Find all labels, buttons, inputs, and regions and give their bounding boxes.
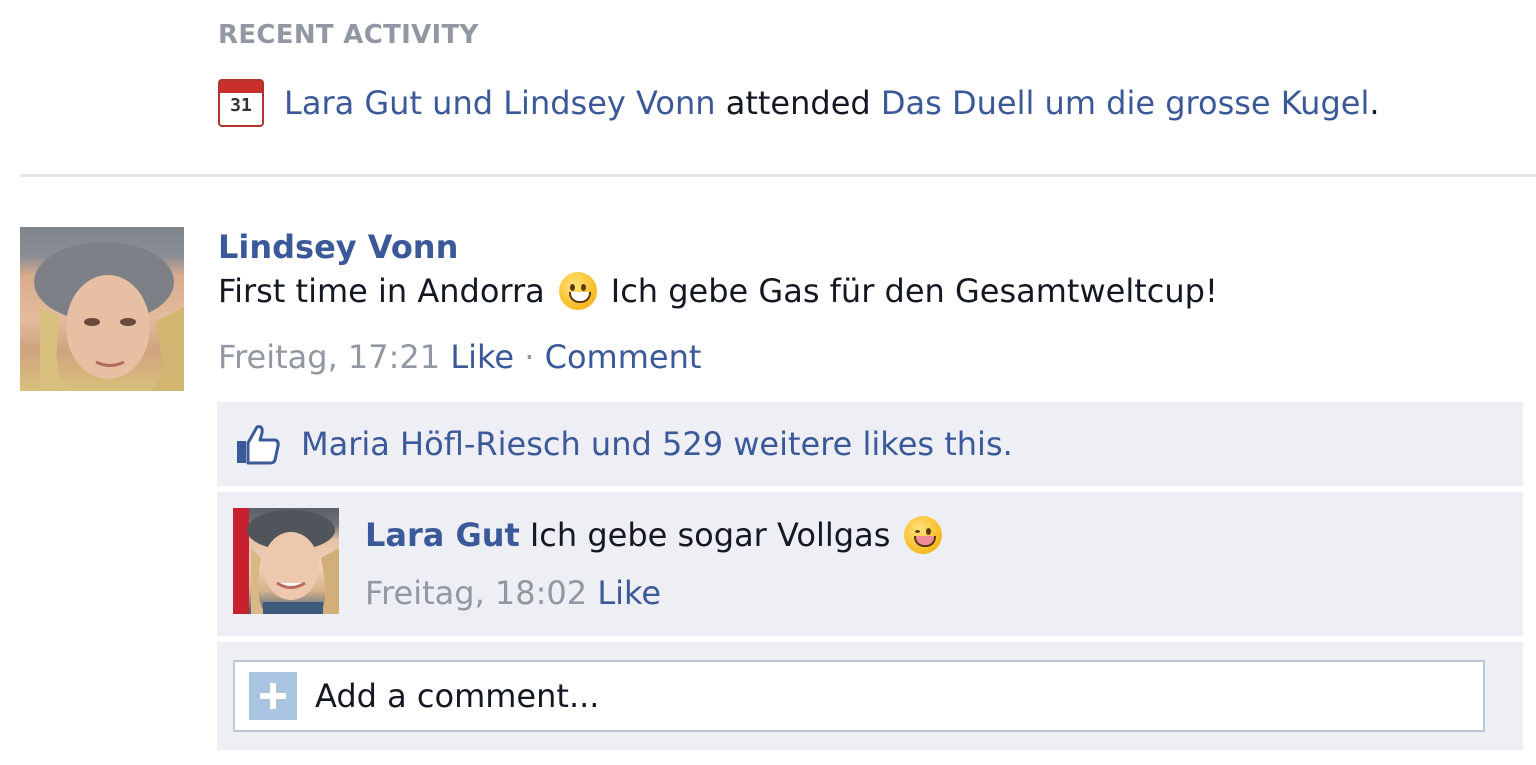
post-comment-link[interactable]: Comment [545, 338, 702, 376]
post-author-name[interactable]: Lindsey Vonn [218, 228, 458, 266]
likes-summary-link[interactable]: Maria Höfl-Riesch und 529 weitere likes … [301, 425, 1013, 463]
comment-timestamp[interactable]: Freitag, 18:02 [365, 574, 587, 612]
comment-author-name[interactable]: Lara Gut [365, 516, 520, 554]
activity-verb: attended [725, 84, 871, 122]
calendar-day: 31 [230, 95, 252, 116]
post-text: First time in Andorra Ich gebe Gas für d… [218, 272, 1218, 310]
likes-panel: Maria Höfl-Riesch und 529 weitere likes … [217, 402, 1523, 486]
smile-emoji-icon [558, 272, 597, 310]
activity-period: . [1369, 84, 1380, 122]
post-timestamp[interactable]: Freitag, 17:21 [218, 338, 440, 376]
comment-line: Lara Gut Ich gebe sogar Vollgas [365, 516, 943, 554]
post-text-part1: First time in Andorra [218, 272, 545, 310]
add-comment-placeholder: Add a comment... [315, 677, 600, 715]
post-text-part2: Ich gebe Gas für den Gesamtweltcup! [610, 272, 1218, 310]
recent-activity-header: RECENT ACTIVITY [218, 20, 479, 50]
comment-meta: Freitag, 18:02 Like [365, 574, 661, 612]
event-link[interactable]: Das Duell um die grosse Kugel [881, 84, 1369, 122]
wink-tongue-emoji-icon [904, 516, 943, 554]
post-meta: Freitag, 17:21 Like · Comment [218, 338, 701, 376]
add-comment-input[interactable]: Add a comment... [233, 660, 1485, 732]
calendar-icon: 31 [218, 79, 264, 127]
post-author-avatar[interactable] [20, 227, 184, 391]
add-comment-plus-icon [249, 672, 297, 720]
thumbs-up-icon [237, 425, 280, 465]
add-comment-panel: Add a comment... [217, 642, 1523, 750]
meta-separator: · [524, 338, 535, 376]
activity-actors-link[interactable]: Lara Gut und Lindsey Vonn [284, 84, 716, 122]
comment-like-link[interactable]: Like [597, 574, 661, 612]
comment-text: Ich gebe sogar Vollgas [529, 516, 891, 554]
divider [20, 174, 1536, 177]
comment-item: Lara Gut Ich gebe sogar Vollgas Freitag,… [217, 492, 1523, 636]
activity-item: 31 Lara Gut und Lindsey Vonn attended Da… [218, 78, 1380, 128]
comment-author-avatar[interactable] [233, 508, 339, 614]
post-like-link[interactable]: Like [450, 338, 514, 376]
